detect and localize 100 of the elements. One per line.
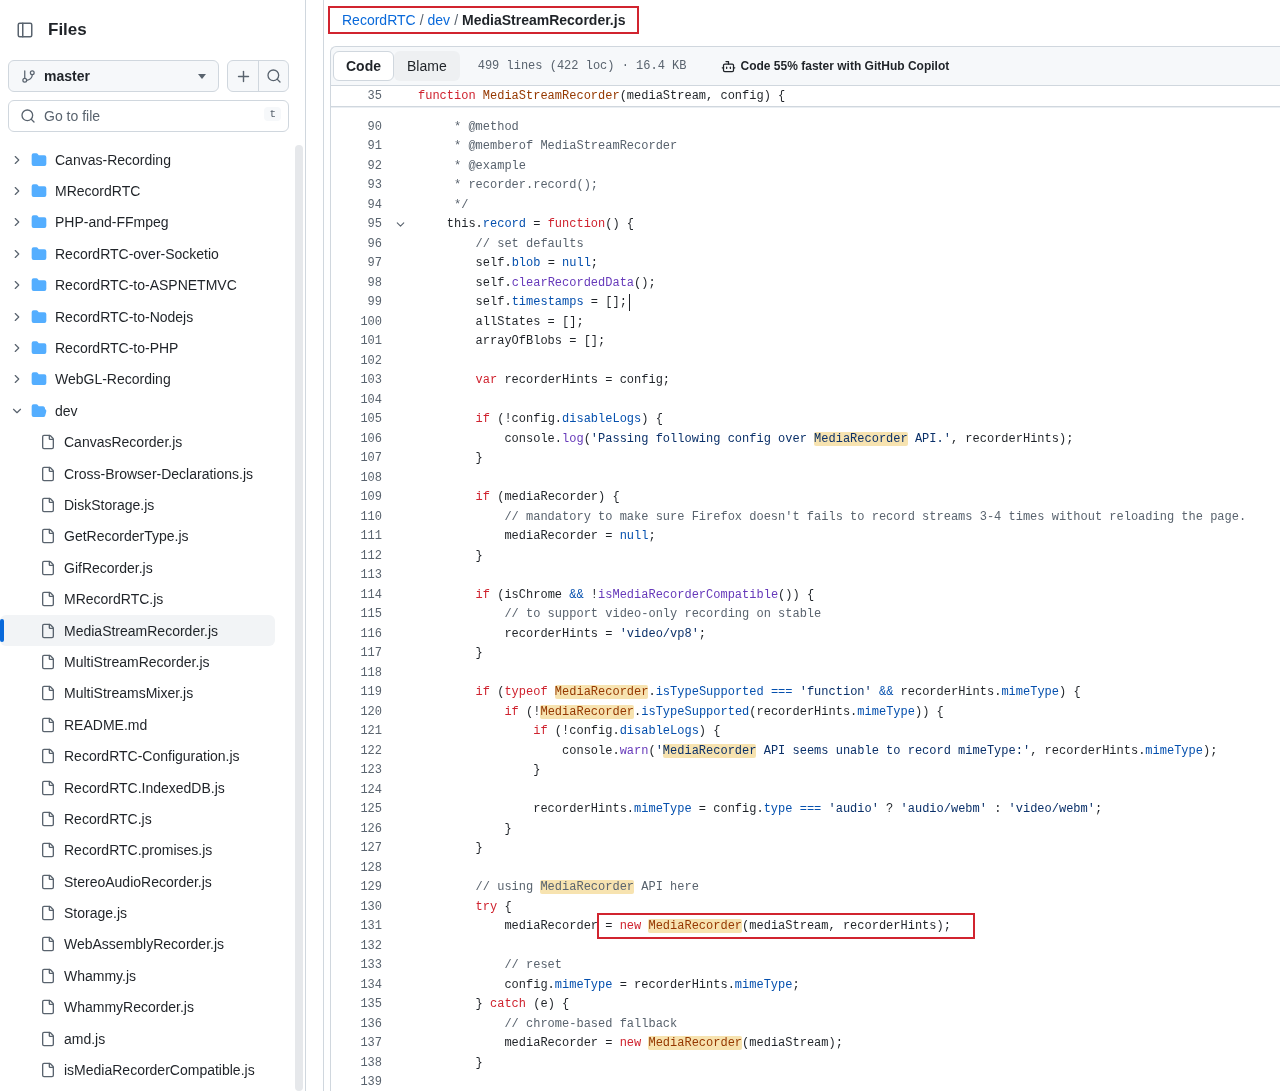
- line-number: 112: [359, 548, 382, 563]
- line-number: 94: [366, 197, 382, 212]
- code-line: * recorder.record();: [453, 178, 599, 193]
- code-line: if (!MediaRecorder.isTypeSupported(recorderHints.mimeType)) {: [503, 704, 944, 719]
- folder-item[interactable]: RecordRTC-to-Nodejs: [0, 308, 194, 325]
- line-number: 95: [366, 217, 382, 232]
- path-separator: /: [419, 12, 424, 28]
- file-item[interactable]: MRecordRTC.js: [0, 591, 164, 608]
- file-item[interactable]: Whammy.js: [0, 967, 137, 984]
- line-number: 100: [359, 314, 382, 329]
- code-line: config.mimeType = recorderHints.mimeType;: [503, 977, 800, 992]
- file-icon: [40, 559, 56, 576]
- folder-icon: [31, 371, 47, 388]
- code-line: }: [503, 821, 512, 836]
- panel-icon[interactable]: [16, 21, 34, 39]
- line-number: 109: [359, 490, 382, 505]
- file-item[interactable]: RecordRTC.IndexedDB.js: [0, 779, 225, 796]
- file-item[interactable]: WhammyRecorder.js: [0, 999, 194, 1016]
- line-number: 110: [359, 509, 382, 524]
- line-number: 90: [366, 119, 382, 134]
- code-line: try {: [474, 899, 512, 914]
- line-number: 126: [359, 821, 382, 836]
- line-number: 115: [359, 607, 382, 622]
- scrollbar[interactable]: [295, 145, 303, 1091]
- folder-icon: [31, 183, 47, 200]
- line-number: 130: [359, 899, 382, 914]
- folder-item[interactable]: RecordRTC-over-Socketio: [0, 245, 219, 262]
- file-item[interactable]: WebAssemblyRecorder.js: [0, 936, 225, 953]
- code-line: recorderHints = 'video/vp8';: [503, 626, 707, 641]
- line-number: 119: [359, 685, 382, 700]
- file-icon: [40, 685, 56, 702]
- file-icon: [40, 434, 56, 451]
- code-line: * @example: [453, 158, 527, 173]
- code-line: // reset: [503, 958, 563, 973]
- folder-item[interactable]: dev: [0, 402, 78, 419]
- line-number: 35: [366, 89, 382, 103]
- line-number: 127: [359, 841, 382, 856]
- branch-selector[interactable]: master: [8, 60, 219, 92]
- code-line: if (!config.disableLogs) {: [532, 724, 721, 739]
- file-item[interactable]: Storage.js: [0, 905, 128, 922]
- file-item[interactable]: Cross-Browser-Declarations.js: [0, 465, 254, 482]
- folder-item[interactable]: Canvas-Recording: [0, 151, 171, 168]
- code-line: mediaRecorder = null;: [503, 529, 656, 544]
- breadcrumb-link[interactable]: RecordRTC: [342, 12, 416, 28]
- file-item[interactable]: MultiStreamRecorder.js: [0, 653, 210, 670]
- line-number: 128: [359, 860, 382, 875]
- line-number: 92: [366, 158, 382, 173]
- line-number: 123: [359, 763, 382, 778]
- file-item[interactable]: RecordRTC.js: [0, 810, 152, 827]
- code-line: // mandatory to make sure Firefox doesn't fails to record streams 3-4 times without reloading the page.: [503, 509, 1247, 524]
- file-item[interactable]: GifRecorder.js: [0, 559, 153, 576]
- file-item[interactable]: DiskStorage.js: [0, 497, 155, 513]
- file-item[interactable]: CanvasRecorder.js: [0, 434, 183, 451]
- folder-item[interactable]: RecordRTC-to-PHP: [0, 340, 179, 357]
- file-item[interactable]: RecordRTC-Configuration.js: [0, 748, 240, 765]
- folder-icon: [31, 151, 47, 168]
- code-line: console.log('Passing following config over MediaRecorder API.', recorderHints);: [503, 431, 1074, 446]
- line-number: 113: [359, 568, 382, 583]
- selection-bar: [0, 618, 4, 642]
- code-line: function MediaStreamRecorder(mediaStream, config) {: [418, 89, 786, 103]
- search-icon: [20, 108, 36, 124]
- file-icon: [40, 873, 56, 890]
- file-icon: [40, 465, 56, 482]
- view-tab[interactable]: Blame: [394, 51, 460, 81]
- folder-item[interactable]: RecordRTC-to-ASPNETMVC: [0, 277, 237, 294]
- folder-item[interactable]: MRecordRTC: [0, 183, 141, 200]
- folder-icon: [31, 308, 47, 325]
- shortcut-key: t: [264, 107, 281, 121]
- sidebar-title: Files: [48, 20, 87, 40]
- line-number: 108: [359, 470, 382, 485]
- file-icon: [40, 967, 56, 984]
- line-number: 117: [359, 646, 382, 661]
- line-number: 125: [359, 802, 382, 817]
- line-number: 103: [359, 373, 382, 388]
- line-number: 91: [366, 139, 382, 154]
- code-line: // to support video-only recording on stable: [503, 607, 822, 622]
- file-item[interactable]: README.md: [0, 716, 148, 733]
- file-item[interactable]: GetRecorderType.js: [0, 528, 189, 545]
- line-number: 102: [359, 353, 382, 368]
- breadcrumb-link[interactable]: dev: [427, 12, 451, 28]
- line-number: 111: [359, 529, 382, 544]
- path-separator: /: [454, 12, 458, 28]
- line-number: 118: [359, 665, 382, 680]
- file-item[interactable]: amd.js: [0, 1030, 106, 1047]
- code-line: if (typeof MediaRecorder.isTypeSupported === 'function' && recorderHints.mimeType) {: [474, 685, 1081, 700]
- file-item[interactable]: isMediaRecorderCompatible.js: [0, 1062, 255, 1078]
- file-icon: [40, 936, 56, 953]
- copilot-link[interactable]: Code 55% faster with GitHub Copilot: [720, 58, 950, 74]
- file-item[interactable]: StereoAudioRecorder.js: [0, 873, 212, 890]
- view-tab[interactable]: Code: [333, 51, 394, 81]
- folder-item[interactable]: WebGL-Recording: [0, 371, 171, 388]
- file-item[interactable]: MultiStreamsMixer.js: [0, 685, 194, 702]
- line-number: 107: [359, 451, 382, 466]
- file-item[interactable]: RecordRTC.promises.js: [0, 842, 213, 859]
- search-icon: [265, 68, 282, 84]
- code-line: // set defaults: [474, 236, 584, 251]
- code-line: // chrome-based fallback: [503, 1016, 678, 1031]
- folder-item[interactable]: PHP-and-FFmpeg: [0, 214, 169, 231]
- code-line: }: [474, 841, 483, 856]
- code-line: // using MediaRecorder API here: [474, 880, 699, 895]
